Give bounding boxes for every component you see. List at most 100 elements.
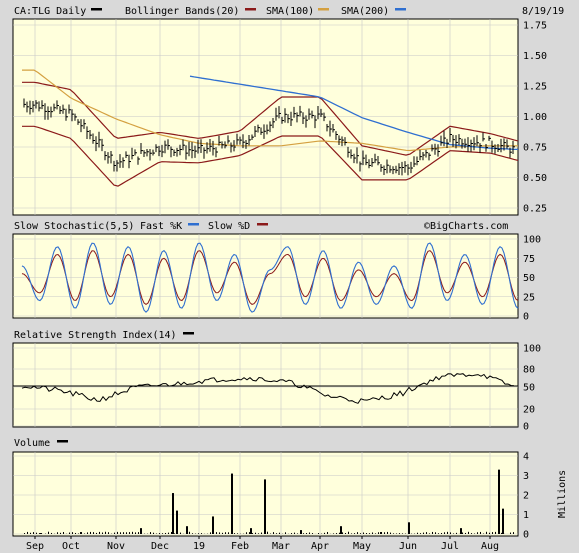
x-tick-label: Aug (481, 541, 499, 552)
volume-bar-small (210, 532, 211, 534)
rsi-swatch (183, 332, 194, 335)
y-tick-label: 20 (523, 405, 535, 416)
volume-bar-small (453, 533, 454, 534)
volume-bar-small (132, 531, 133, 534)
volume-bar-small (261, 532, 262, 534)
y-tick-label: 25 (523, 292, 535, 303)
volume-bar-small (444, 532, 445, 534)
volume-bar (502, 508, 504, 534)
y-tick-label: 100 (523, 344, 541, 355)
y-tick-label: 2 (523, 491, 529, 502)
volume-bar-small (90, 531, 91, 534)
volume-bar-small (216, 532, 217, 534)
volume-bar-small (333, 533, 334, 534)
volume-bar-small (72, 532, 73, 534)
x-tick-label: Nov (107, 541, 125, 552)
volume-bar-small (312, 533, 313, 534)
volume-bar-small (168, 532, 169, 534)
volume-bar-small (222, 532, 223, 534)
volume-bar-small (345, 533, 346, 534)
volume-bar (40, 533, 42, 534)
volume-bar-small (465, 532, 466, 534)
volume-bar-small (279, 532, 280, 534)
watermark: ©BigCharts.com (424, 221, 508, 232)
volume-bar-small (447, 531, 448, 534)
volume-panel: Volume 4 3 2 1 0 Millions (12, 438, 568, 541)
volume-bar-small (375, 533, 376, 534)
volume-bar-small (372, 532, 373, 534)
volume-bar-small (327, 531, 328, 534)
slow-d-label: Slow %D (208, 221, 250, 232)
volume-bar-small (480, 531, 481, 534)
y-tick-label: 1 (523, 510, 529, 521)
price-axis: 1.75 1.50 1.25 1.00 0.75 0.50 0.25 (523, 21, 547, 215)
volume-bar-small (324, 532, 325, 534)
volume-bar-small (462, 532, 463, 534)
volume-bar-small (114, 532, 115, 534)
volume-bar-small (354, 533, 355, 534)
volume-bar (231, 473, 233, 534)
rsi-axis: 100 80 50 20 0 (523, 344, 541, 433)
volume-bar-small (69, 532, 70, 534)
volume-bar-small (468, 531, 469, 534)
volume-bar-small (366, 533, 367, 534)
volume-bar-small (87, 532, 88, 534)
volume-bar-small (426, 532, 427, 534)
volume-bar-small (492, 532, 493, 534)
volume-bar-small (246, 532, 247, 534)
volume-bar-small (75, 532, 76, 534)
volume-bar-small (48, 531, 49, 534)
volume-bar-small (213, 532, 214, 534)
volume-bar-small (495, 531, 496, 534)
volume-bar-small (81, 533, 82, 534)
x-tick-label: Oct (62, 541, 80, 552)
volume-bar-small (30, 532, 31, 534)
volume-bar-small (159, 533, 160, 534)
volume-bar-small (477, 532, 478, 534)
volume-bar-small (297, 533, 298, 534)
price-plot-area (12, 18, 519, 216)
volume-bar-small (192, 533, 193, 534)
volume-bar-small (141, 532, 142, 534)
y-tick-label: 75 (523, 254, 535, 265)
volume-bar-small (24, 533, 25, 534)
legend-sma100-swatch (318, 8, 329, 11)
x-tick-label: Jun (399, 541, 417, 552)
stock-chart: CA:TLG Daily Bollinger Bands(20) SMA(100… (0, 6, 579, 552)
volume-bar-small (108, 532, 109, 534)
volume-bar-small (486, 531, 487, 534)
legend-sma200-label: SMA(200) (341, 6, 389, 17)
volume-bar-small (438, 533, 439, 534)
volume-bar-small (201, 533, 202, 534)
volume-bar-small (402, 533, 403, 534)
volume-bar (460, 528, 462, 534)
volume-bar-small (165, 532, 166, 534)
x-tick-label: Dec (151, 541, 169, 552)
y-tick-label: 0.50 (523, 173, 547, 184)
rsi-title: Relative Strength Index(14) (14, 330, 177, 341)
volume-bar-small (303, 533, 304, 534)
legend-bollinger-label: Bollinger Bands(20) (125, 6, 239, 17)
volume-bar-small (36, 532, 37, 534)
chart-date: 8/19/19 (522, 6, 564, 17)
volume-bar-small (390, 532, 391, 534)
volume-bar-small (99, 531, 100, 534)
volume-bar-small (120, 532, 121, 534)
volume-bar-small (510, 532, 511, 534)
volume-bar-small (384, 532, 385, 534)
volume-bar-small (348, 531, 349, 534)
x-tick-label: Jul (441, 541, 459, 552)
y-tick-label: 0 (523, 530, 529, 541)
volume-bar-small (186, 532, 187, 534)
volume-bar-small (408, 532, 409, 534)
volume-bar-small (351, 533, 352, 534)
volume-bar-small (51, 532, 52, 534)
volume-bar-small (450, 532, 451, 534)
fast-k-swatch (188, 223, 199, 226)
symbol-label: CA:TLG Daily (14, 6, 86, 17)
volume-bar-small (396, 533, 397, 534)
slow-d-swatch (257, 223, 268, 226)
x-tick-label: 19 (193, 541, 205, 552)
volume-bar-small (267, 531, 268, 534)
volume-bar-small (27, 531, 28, 534)
